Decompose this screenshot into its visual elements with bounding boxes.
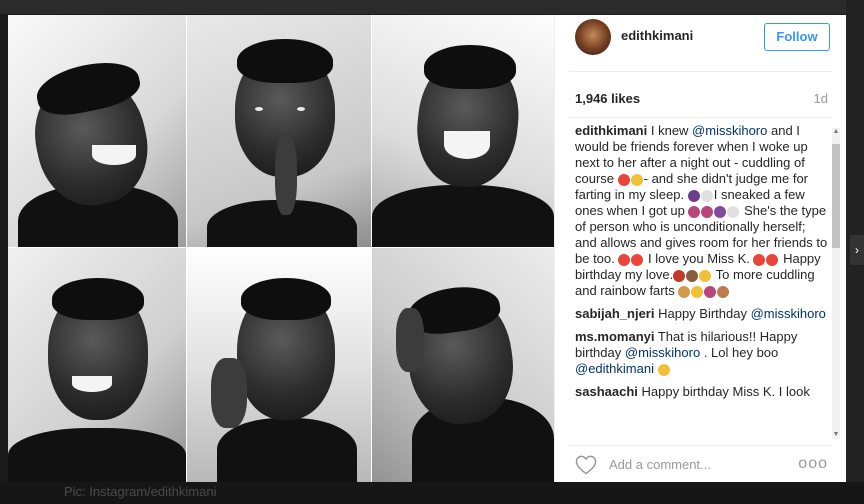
- emoji-icon: [617, 172, 644, 186]
- comment-text: Happy birthday Miss K. I look: [637, 384, 810, 399]
- emoji-icon: [687, 188, 714, 202]
- next-post-arrow-icon[interactable]: ›: [850, 235, 864, 265]
- emoji-icon: [688, 204, 740, 218]
- scroll-up-icon[interactable]: ▲: [832, 128, 840, 136]
- likes-count[interactable]: 1,946 likes: [575, 91, 640, 106]
- comment-text-after: . Lol hey boo: [700, 345, 779, 360]
- post-timestamp[interactable]: 1d: [814, 91, 828, 106]
- backdrop-caption: Pic: Instagram/edithkimani: [64, 484, 217, 499]
- comment-mention[interactable]: @misskihoro: [751, 306, 826, 321]
- overlay-backdrop-top: [0, 0, 864, 14]
- comment-username[interactable]: sashaachi: [575, 384, 638, 399]
- collage-photo-5: [187, 248, 371, 482]
- comment-text: Happy Birthday: [654, 306, 751, 321]
- emoji-icon: [753, 252, 779, 266]
- scroll-thumb[interactable]: [832, 144, 840, 248]
- scroll-down-icon[interactable]: ▼: [832, 431, 840, 439]
- collage-photo-3: [372, 15, 554, 247]
- add-comment-input[interactable]: [607, 456, 801, 473]
- emoji-icon: [678, 284, 730, 298]
- comment-username[interactable]: sabijah_njeri: [575, 306, 654, 321]
- caption-text: I knew: [647, 123, 693, 138]
- caption-body: I knew @misskihoro and I would be friend…: [575, 123, 827, 298]
- post-photo[interactable]: [8, 15, 554, 482]
- more-options-icon[interactable]: ooo: [798, 455, 828, 473]
- heart-icon[interactable]: [575, 455, 597, 475]
- likes-divider: [569, 117, 832, 118]
- comments-scrollbar[interactable]: ▲ ▼: [832, 128, 840, 439]
- avatar[interactable]: [575, 19, 611, 55]
- list-item: sabijah_njeri Happy Birthday @misskihoro: [575, 306, 829, 322]
- emoji-icon: [618, 252, 644, 266]
- caption-username[interactable]: edithkimani: [575, 123, 647, 138]
- comment-footer: ooo: [555, 445, 846, 482]
- post-details-panel: edithkimani Follow 1,946 likes 1d edithk…: [554, 15, 846, 482]
- collage-photo-4: [8, 248, 186, 482]
- caption-mention[interactable]: @misskihoro: [692, 123, 767, 138]
- overlay-backdrop-bottom: Pic: Instagram/edithkimani: [0, 482, 864, 504]
- collage-photo-2: [187, 15, 371, 247]
- post-header: edithkimani Follow: [555, 15, 846, 61]
- caption-text: I love you Miss K.: [644, 251, 754, 266]
- collage-photo-1: [8, 15, 186, 247]
- comment-mention[interactable]: @misskihoro: [625, 345, 700, 360]
- comment-mention-2[interactable]: @edithkimani: [575, 361, 654, 376]
- list-item: sashaachi Happy birthday Miss K. I look: [575, 384, 829, 400]
- emoji-icon: [673, 268, 712, 282]
- comments-list[interactable]: edithkimani I knew @misskihoro and I wou…: [575, 123, 829, 439]
- list-item: ms.momanyi That is hilarious!! Happy bir…: [575, 329, 829, 377]
- header-divider: [569, 71, 832, 72]
- collage-photo-6: [372, 248, 554, 482]
- comment-username[interactable]: ms.momanyi: [575, 329, 654, 344]
- post-author-username[interactable]: edithkimani: [621, 28, 693, 43]
- post-modal: edithkimani Follow 1,946 likes 1d edithk…: [8, 15, 846, 482]
- follow-button[interactable]: Follow: [764, 23, 830, 51]
- emoji-icon: [657, 362, 671, 376]
- caption: edithkimani I knew @misskihoro and I wou…: [575, 123, 829, 299]
